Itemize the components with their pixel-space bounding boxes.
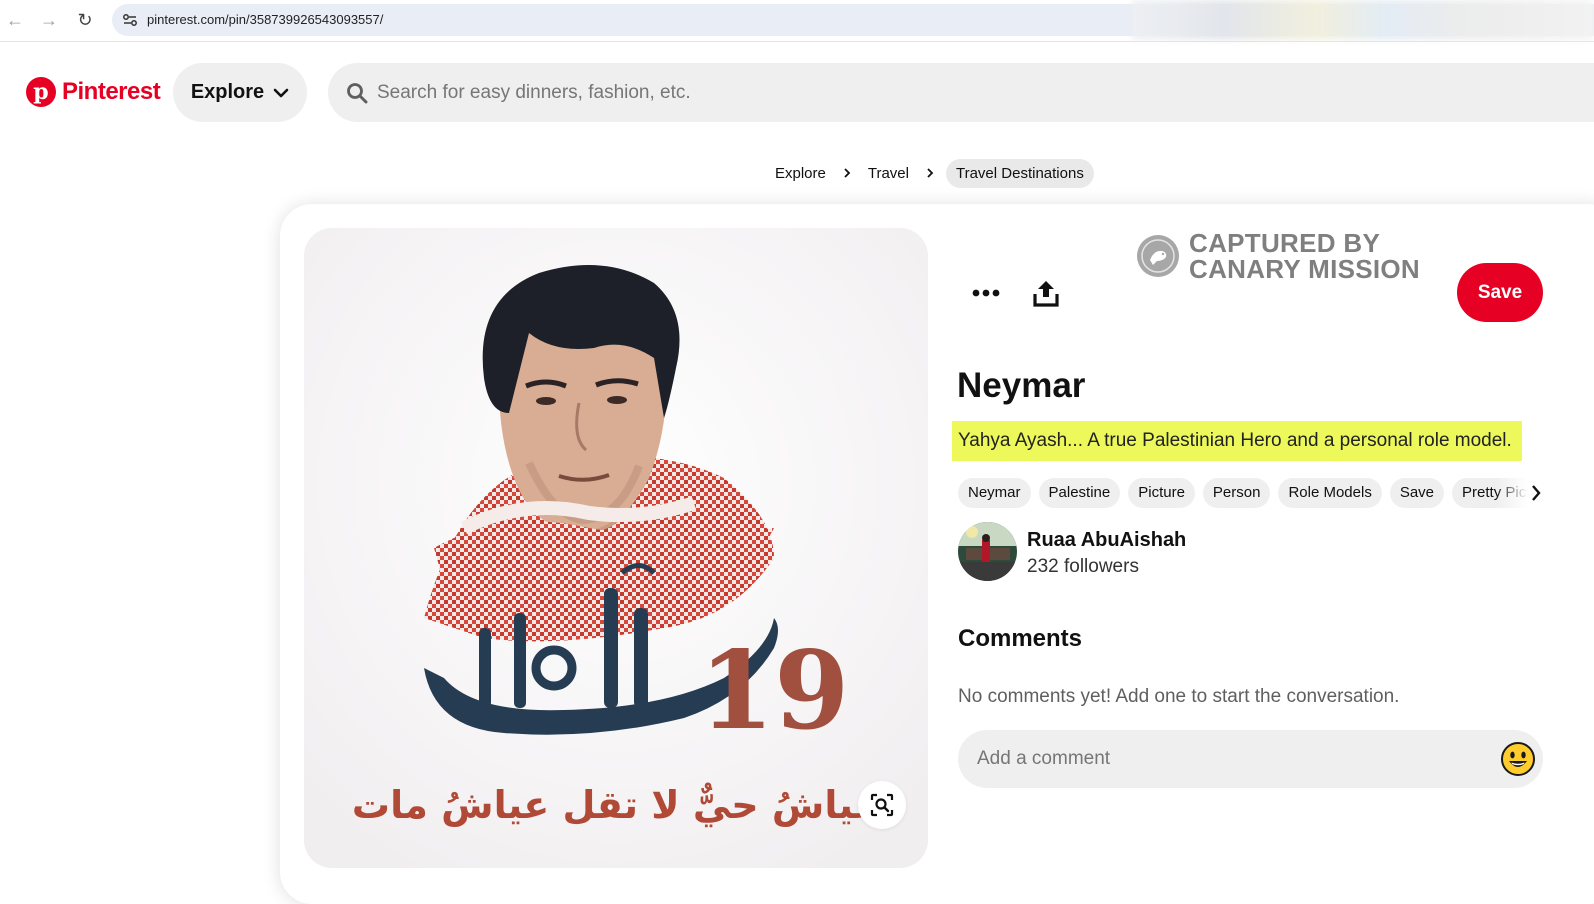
no-comments-text: No comments yet! Add one to start the co… bbox=[958, 686, 1400, 707]
watermark-line1: CAPTURED BY bbox=[1189, 228, 1381, 258]
forward-icon[interactable]: → bbox=[38, 9, 60, 31]
avatar[interactable] bbox=[958, 522, 1017, 581]
explore-button[interactable]: Explore bbox=[173, 63, 307, 122]
reload-icon[interactable]: ↻ bbox=[74, 9, 96, 31]
back-icon[interactable]: ← bbox=[4, 9, 26, 31]
visual-search-button[interactable] bbox=[858, 781, 906, 829]
site-settings-icon[interactable] bbox=[120, 10, 140, 30]
tag-chip[interactable]: Save bbox=[1389, 478, 1445, 508]
share-button[interactable] bbox=[1026, 276, 1066, 310]
search-icon bbox=[347, 83, 368, 104]
canary-mission-seal-icon bbox=[1137, 235, 1179, 277]
blurred-extensions bbox=[1132, 0, 1594, 40]
chevron-right-icon[interactable] bbox=[1530, 483, 1542, 503]
comment-box[interactable] bbox=[958, 730, 1543, 788]
follower-count: 232 followers bbox=[1027, 556, 1139, 577]
avatar-image bbox=[958, 522, 1017, 581]
url-text[interactable]: pinterest.com/pin/358739926543093557/ bbox=[147, 12, 383, 27]
search-input[interactable] bbox=[377, 77, 1277, 109]
explore-label: Explore bbox=[190, 81, 265, 103]
pin-title: Neymar bbox=[957, 366, 1086, 405]
chevron-right-icon bbox=[844, 168, 851, 178]
pinterest-logo[interactable]: p Pinterest bbox=[26, 77, 161, 107]
pin-description: Yahya Ayash... A true Palestinian Hero a… bbox=[952, 421, 1522, 461]
pin-illustration: 19 عياشُ حيٌّ لا تقل عياشُ مات bbox=[304, 228, 928, 868]
tag-chip[interactable]: Palestine bbox=[1038, 478, 1121, 508]
ellipsis-icon bbox=[972, 289, 1000, 297]
emoji-icon[interactable] bbox=[1500, 741, 1536, 777]
tag-chip[interactable]: Neymar bbox=[958, 478, 1031, 508]
breadcrumb: Explore Travel Travel Destinations bbox=[770, 158, 1094, 188]
search-bar[interactable] bbox=[328, 63, 1594, 122]
comment-input[interactable] bbox=[977, 743, 1477, 775]
browser-toolbar: ← → ↻ pinterest.com/pin/3587399265430935… bbox=[0, 0, 1594, 42]
share-icon bbox=[1033, 281, 1059, 307]
pinterest-p-icon: p bbox=[26, 77, 56, 107]
breadcrumb-travel-destinations[interactable]: Travel Destinations bbox=[945, 158, 1094, 188]
chevron-down-icon bbox=[273, 88, 289, 97]
lens-icon bbox=[870, 793, 894, 817]
breadcrumb-explore[interactable]: Explore bbox=[770, 159, 831, 188]
image-number: 19 bbox=[699, 628, 849, 754]
image-arabic-caption: عياشُ حيٌّ لا تقل عياشُ مات bbox=[352, 782, 880, 827]
logo-text: Pinterest bbox=[62, 78, 161, 105]
watermark: CAPTURED BY CANARY MISSION bbox=[1136, 230, 1420, 282]
tag-chip[interactable]: Role Models bbox=[1278, 478, 1382, 508]
more-options-button[interactable] bbox=[966, 276, 1006, 310]
pin-image[interactable]: 19 عياشُ حيٌّ لا تقل عياشُ مات bbox=[304, 228, 928, 868]
user-name[interactable]: Ruaa AbuAishah bbox=[1027, 529, 1186, 552]
chevron-right-icon bbox=[927, 168, 934, 178]
save-button[interactable]: Save bbox=[1457, 263, 1543, 322]
tag-chip[interactable]: Person bbox=[1202, 478, 1271, 508]
watermark-line2: CANARY MISSION bbox=[1189, 254, 1421, 284]
tag-chip[interactable]: Picture bbox=[1128, 478, 1195, 508]
comments-heading: Comments bbox=[958, 625, 1083, 652]
breadcrumb-travel[interactable]: Travel bbox=[863, 159, 914, 188]
tag-list: Neymar Palestine Picture Person Role Mod… bbox=[958, 478, 1536, 508]
